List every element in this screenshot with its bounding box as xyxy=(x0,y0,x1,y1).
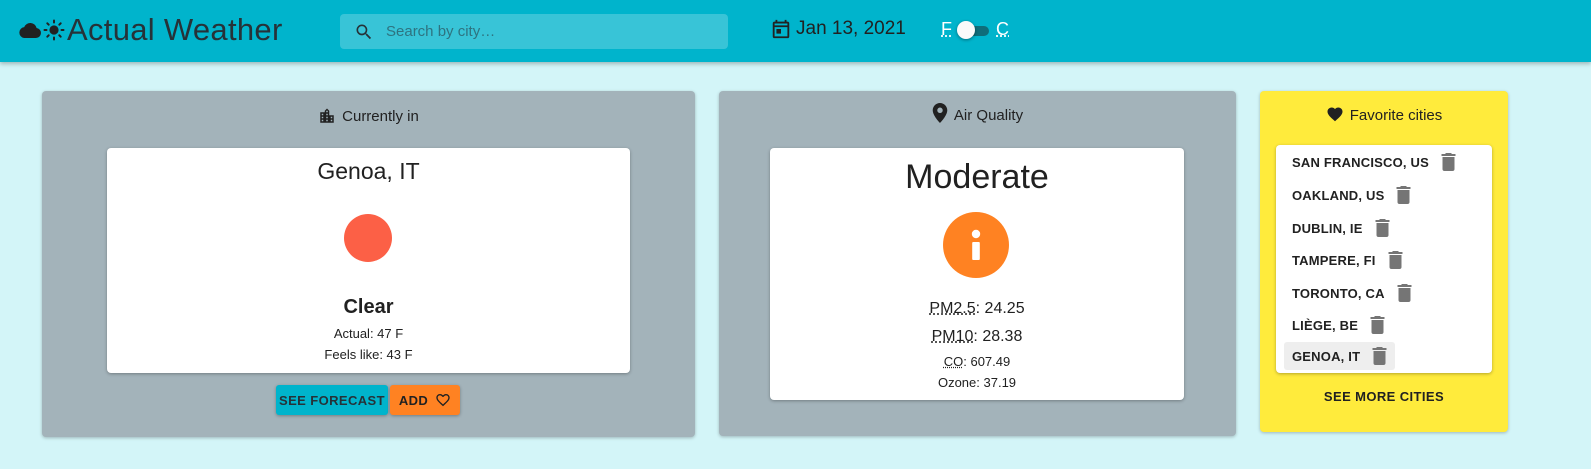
app-title: Actual Weather xyxy=(67,12,283,47)
add-favorite-button[interactable]: ADD xyxy=(390,385,460,415)
trash-icon[interactable] xyxy=(1397,284,1412,302)
favorite-city-item[interactable]: LIÈGE, BE xyxy=(1284,311,1393,339)
co-reading: CO: 607.49 xyxy=(770,354,1184,369)
trash-icon[interactable] xyxy=(1370,316,1385,334)
trash-icon[interactable] xyxy=(1396,186,1411,204)
cloud-icon xyxy=(18,21,42,39)
unit-label-c[interactable]: C xyxy=(996,19,1009,40)
favorite-city-name: TORONTO, CA xyxy=(1292,285,1385,301)
favorite-city-item[interactable]: DUBLIN, IE xyxy=(1284,214,1398,242)
unit-label-f[interactable]: F xyxy=(941,19,952,40)
panel-title: Favorite cities xyxy=(1349,107,1443,124)
heart-icon xyxy=(1326,105,1344,122)
favorite-city-name: GENOA, IT xyxy=(1292,348,1361,364)
favorite-city-name: LIÈGE, BE xyxy=(1292,317,1359,333)
current-weather-panel: Currently in Genoa, IT Clear Actual: 47 … xyxy=(42,91,695,437)
favorite-city-name: TAMPERE, FI xyxy=(1292,252,1376,268)
trash-icon[interactable] xyxy=(1372,347,1387,365)
pm10-label: PM10 xyxy=(931,328,974,345)
pm25-label: PM2.5 xyxy=(929,300,976,317)
favorite-city-name: SAN FRANCISCO, US xyxy=(1292,154,1430,170)
search-bar[interactable] xyxy=(340,14,728,49)
feels-like-temperature: Feels like: 43 F xyxy=(324,347,413,362)
see-more-cities-button[interactable]: SEE MORE CITIES xyxy=(1260,389,1508,404)
favorite-city-item-selected[interactable]: GENOA, IT xyxy=(1284,342,1396,370)
aq-status: Moderate xyxy=(905,158,1049,196)
favorite-city-item[interactable]: TORONTO, CA xyxy=(1284,279,1420,307)
favorite-cities-panel: Favorite cities SAN FRANCISCO, US OAKLAN… xyxy=(1260,91,1508,432)
building-icon xyxy=(318,107,336,125)
panel-heading: Air Quality xyxy=(719,102,1236,124)
condition-text: Clear xyxy=(343,296,394,318)
air-quality-card: Moderate PM2.5: 24.25 PM10: 28.38 CO: 60… xyxy=(770,148,1184,400)
search-icon xyxy=(354,22,374,42)
panel-heading: Currently in xyxy=(42,107,695,125)
date-text: Jan 13, 2021 xyxy=(796,18,906,39)
actual-temperature: Actual: 47 F xyxy=(333,326,404,341)
co-value: : 607.49 xyxy=(963,354,1011,369)
ozone-reading: Ozone: 37.19 xyxy=(937,375,1017,390)
pm25-value: : 24.25 xyxy=(975,300,1025,317)
favorite-city-item[interactable]: OAKLAND, US xyxy=(1284,181,1419,209)
clear-sun-icon xyxy=(344,214,392,262)
switch-thumb[interactable] xyxy=(957,20,975,39)
calendar-icon xyxy=(770,18,792,40)
favorite-city-item[interactable]: TAMPERE, FI xyxy=(1284,246,1411,274)
location-pin-icon xyxy=(932,102,948,123)
panel-title: Air Quality xyxy=(953,107,1024,124)
panel-title: Currently in xyxy=(342,107,419,125)
app-bar: Actual Weather Jan 13, 2021 F C xyxy=(0,0,1591,62)
add-label: ADD xyxy=(398,392,429,408)
date-display: Jan 13, 2021 xyxy=(770,18,906,40)
favorite-city-name: DUBLIN, IE xyxy=(1292,220,1363,236)
trash-icon[interactable] xyxy=(1441,153,1456,171)
city-name: Genoa, IT xyxy=(317,158,420,184)
sun-icon xyxy=(43,19,65,41)
panel-heading: Favorite cities xyxy=(1260,107,1508,124)
trash-icon[interactable] xyxy=(1388,251,1403,269)
unit-toggle: F C xyxy=(941,19,1009,40)
air-quality-panel: Air Quality Moderate PM2.5: 24.25 PM10: … xyxy=(719,91,1236,436)
info-icon xyxy=(943,212,1009,278)
trash-icon[interactable] xyxy=(1375,219,1390,237)
co-label: CO xyxy=(943,354,964,369)
heart-outline-icon xyxy=(435,392,451,408)
see-forecast-button[interactable]: SEE FORECAST xyxy=(276,385,388,415)
favorite-city-item[interactable]: SAN FRANCISCO, US xyxy=(1284,148,1464,176)
search-input[interactable] xyxy=(386,23,706,40)
weather-card: Genoa, IT Clear Actual: 47 F Feels like:… xyxy=(107,148,630,373)
pm25-reading: PM2.5: 24.25 xyxy=(770,300,1184,318)
brand: Actual Weather xyxy=(18,12,283,48)
pm10-reading: PM10: 28.38 xyxy=(770,328,1184,346)
pm10-value: : 28.38 xyxy=(973,328,1023,345)
favorite-cities-list: SAN FRANCISCO, US OAKLAND, US DUBLIN, IE… xyxy=(1276,145,1492,373)
unit-switch[interactable] xyxy=(957,20,991,40)
favorite-city-name: OAKLAND, US xyxy=(1292,187,1385,203)
